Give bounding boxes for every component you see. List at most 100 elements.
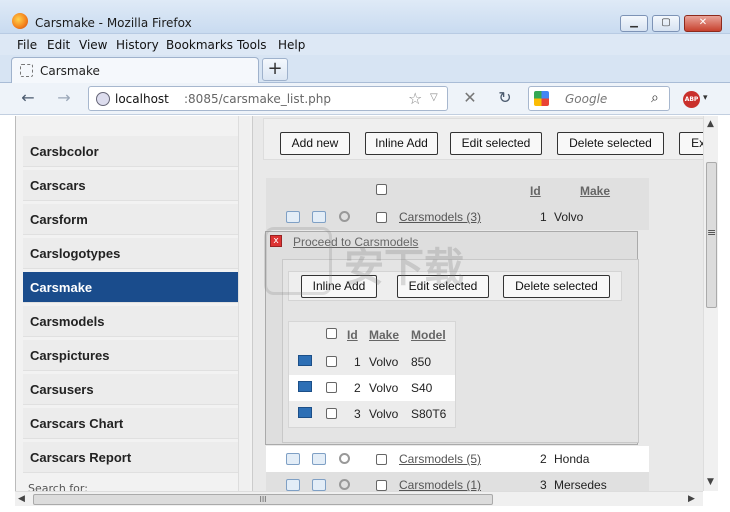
delete-selected-button[interactable]: Delete selected (557, 132, 664, 155)
sidebar-item-carslogotypes[interactable]: Carslogotypes (23, 238, 238, 269)
carsmodels-link[interactable]: Carsmodels (5) (399, 452, 481, 466)
close-window-button[interactable]: ✕ (684, 15, 722, 32)
search-box[interactable]: Google ⌕ (528, 86, 670, 111)
edit-icon[interactable] (286, 211, 300, 223)
adblock-icon[interactable]: ABP (683, 91, 700, 108)
row-checkbox[interactable] (326, 408, 337, 419)
cell-make: Mersedes (554, 478, 607, 491)
cell-model: S40 (411, 381, 433, 395)
table-row: Carsmodels (5) 2 Honda (266, 446, 649, 472)
title-bar: Carsmake - Mozilla Firefox ▁ ▢ ✕ (0, 0, 730, 34)
edit-icon[interactable] (298, 381, 312, 392)
globe-icon (96, 92, 110, 106)
back-arrow-icon[interactable]: ← (18, 89, 38, 109)
search-icon[interactable]: ⌕ (651, 90, 659, 106)
carsmodels-grid: Id Make Model 1 Volvo 850 2 Volvo S40 3 … (288, 321, 456, 428)
menu-help[interactable]: Help (278, 38, 305, 52)
header-id[interactable]: Id (530, 184, 541, 198)
carsmodels-link[interactable]: Carsmodels (1) (399, 478, 481, 491)
edit-icon[interactable] (286, 453, 300, 465)
scroll-grip-icon: ≡ (707, 226, 717, 239)
popup-header-make[interactable]: Make (369, 328, 399, 342)
adblock-dropdown-icon[interactable]: ▾ (703, 93, 708, 103)
sidebar-item-carsbcolor[interactable]: Carsbcolor (23, 136, 238, 167)
stop-icon[interactable]: ✕ (460, 89, 480, 109)
table-row: 1 Volvo 850 (289, 349, 455, 375)
sidebar-item-carscars[interactable]: Carscars (23, 170, 238, 201)
table-row: 3 Volvo S80T6 (289, 401, 455, 427)
edit-icon[interactable] (298, 407, 312, 418)
menu-bookmarks[interactable]: Bookmarks (166, 38, 233, 52)
popup-header-row: Id Make Model (289, 322, 455, 348)
bookmark-star-icon[interactable]: ☆ (408, 89, 422, 108)
sidebar-item-carspictures[interactable]: Carspictures (23, 340, 238, 371)
magnifier-icon[interactable] (339, 479, 350, 490)
url-host: localhost (115, 92, 169, 106)
inline-add-button[interactable]: Inline Add (365, 132, 438, 155)
popup-delete-selected-button[interactable]: Delete selected (503, 275, 610, 298)
cell-id: 3 (540, 478, 547, 491)
forward-arrow-icon[interactable]: → (54, 89, 74, 109)
sidebar-item-carsform[interactable]: Carsform (23, 204, 238, 235)
scroll-down-arrow-icon[interactable]: ▼ (707, 477, 714, 487)
edit-selected-button[interactable]: Edit selected (450, 132, 542, 155)
cell-make: Honda (554, 452, 590, 466)
sidebar-scrollbar[interactable] (238, 116, 250, 491)
magnifier-icon[interactable] (339, 211, 350, 222)
url-dropdown-icon[interactable]: ▽ (430, 92, 438, 103)
menu-view[interactable]: View (79, 38, 107, 52)
table-row: 2 Volvo S40 (289, 375, 455, 401)
select-all-checkbox[interactable] (376, 184, 387, 195)
row-checkbox[interactable] (376, 454, 387, 465)
view-icon[interactable] (312, 211, 326, 223)
tab-label: Carsmake (40, 64, 100, 78)
new-tab-button[interactable]: + (262, 58, 288, 81)
reload-icon[interactable]: ↻ (495, 89, 515, 109)
sidebar-item-carsmake[interactable]: Carsmake (23, 272, 238, 303)
header-make[interactable]: Make (580, 184, 610, 198)
tab-carsmake[interactable]: Carsmake (11, 57, 259, 83)
navigation-bar: ← → localhost :8085/carsmake_list.php ☆ … (0, 83, 730, 115)
sidebar-item-carscars-report[interactable]: Carscars Report (23, 442, 238, 473)
scroll-up-arrow-icon[interactable]: ▲ (707, 119, 714, 129)
edit-icon[interactable] (298, 355, 312, 366)
popup-header-id[interactable]: Id (347, 328, 358, 342)
sidebar-item-carsusers[interactable]: Carsusers (23, 374, 238, 405)
menu-history[interactable]: History (116, 38, 159, 52)
sidebar-item-carscars-chart[interactable]: Carscars Chart (23, 408, 238, 439)
popup-header-model[interactable]: Model (411, 328, 446, 342)
edit-icon[interactable] (286, 479, 300, 491)
cell-id: 2 (354, 381, 361, 395)
popup-select-all-checkbox[interactable] (326, 328, 337, 339)
google-icon[interactable] (534, 91, 549, 106)
horizontal-scrollbar[interactable]: ◀ III ▶ (15, 491, 703, 506)
scroll-right-arrow-icon[interactable]: ▶ (688, 494, 695, 504)
row-checkbox[interactable] (326, 356, 337, 367)
horizontal-scroll-thumb[interactable]: III (33, 494, 493, 505)
cell-make: Volvo (369, 407, 399, 421)
minimize-button[interactable]: ▁ (620, 15, 648, 32)
add-new-button[interactable]: Add new (280, 132, 350, 155)
scroll-left-arrow-icon[interactable]: ◀ (18, 494, 25, 504)
vertical-scrollbar[interactable]: ▲ ≡ ▼ (703, 116, 718, 491)
view-icon[interactable] (312, 453, 326, 465)
search-placeholder: Google (565, 92, 608, 106)
url-bar[interactable]: localhost :8085/carsmake_list.php ☆ ▽ (88, 86, 448, 111)
sidebar: Carsbcolor Carscars Carsform Carslogotyp… (16, 116, 252, 491)
maximize-button[interactable]: ▢ (652, 15, 680, 32)
row-checkbox[interactable] (376, 212, 387, 223)
cell-make: Volvo (369, 355, 399, 369)
cell-id: 1 (354, 355, 361, 369)
page-icon (20, 64, 33, 77)
menu-tools[interactable]: Tools (237, 38, 267, 52)
watermark: 安下载 (264, 227, 474, 297)
menu-file[interactable]: File (17, 38, 37, 52)
cell-model: S80T6 (411, 407, 447, 421)
menu-edit[interactable]: Edit (47, 38, 70, 52)
sidebar-item-carsmodels[interactable]: Carsmodels (23, 306, 238, 337)
row-checkbox[interactable] (326, 382, 337, 393)
carsmodels-link[interactable]: Carsmodels (3) (399, 210, 481, 224)
magnifier-icon[interactable] (339, 453, 350, 464)
row-checkbox[interactable] (376, 480, 387, 491)
view-icon[interactable] (312, 479, 326, 491)
